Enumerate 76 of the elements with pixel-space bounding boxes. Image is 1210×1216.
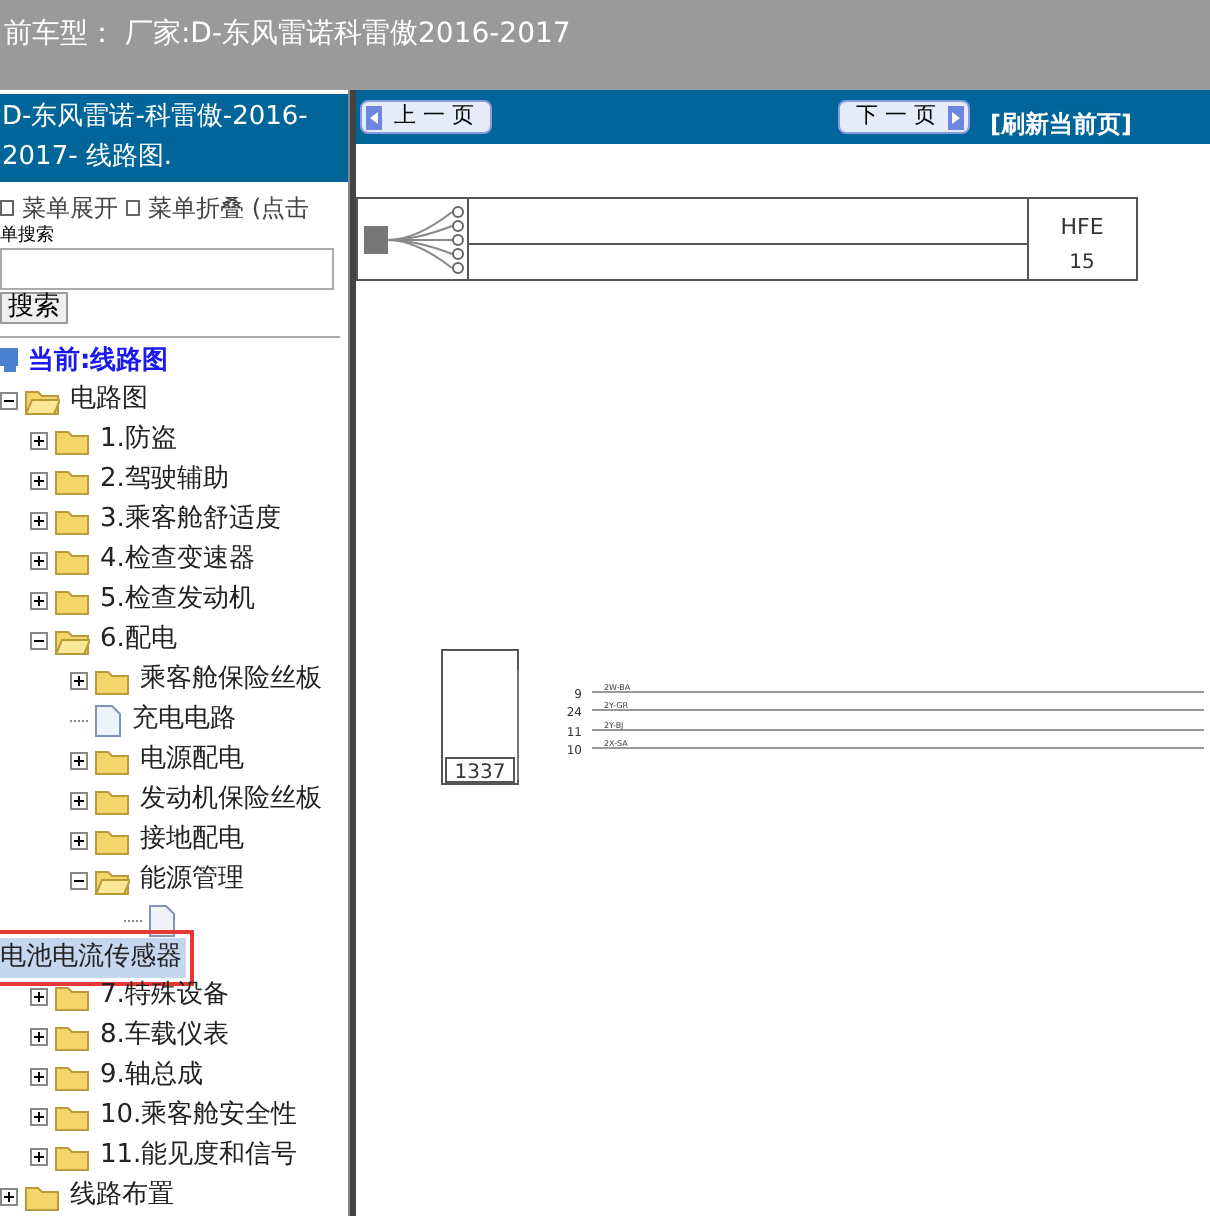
sidebar-title: D-东风雷诺-科雷傲-2016-2017- 线路图. <box>0 94 348 182</box>
expand-toggle[interactable] <box>0 1187 18 1205</box>
next-page-button[interactable]: 下 一 页 <box>838 100 970 134</box>
search-label: 单搜索 <box>0 226 56 248</box>
search-field[interactable] <box>0 248 334 290</box>
open-folder-icon <box>54 625 90 655</box>
folder-icon <box>94 665 130 695</box>
tree-item[interactable]: 8.车载仪表 <box>100 1016 229 1056</box>
document-icon <box>148 903 176 937</box>
folder-icon <box>54 585 90 615</box>
folder-icon <box>94 745 130 775</box>
right-arrow-icon <box>948 105 964 129</box>
collapse-toggle[interactable] <box>70 871 88 889</box>
tree-item[interactable]: 发动机保险丝板 <box>140 780 322 820</box>
expand-toggle[interactable] <box>30 1107 48 1125</box>
expand-toggle[interactable] <box>30 1067 48 1085</box>
connector-number: 15 <box>1069 252 1095 274</box>
expand-toggle[interactable] <box>30 511 48 529</box>
search-button[interactable]: 搜索 <box>0 292 68 323</box>
menu-icon <box>0 200 14 216</box>
tree-item[interactable]: 充电电路 <box>132 700 236 740</box>
tree-item[interactable]: 6.配电 <box>100 620 177 660</box>
current-model-label: 前车型： 厂家:D-东风雷诺科雷傲2016-2017 <box>4 18 571 50</box>
tree-item[interactable]: 电源配电 <box>140 740 244 780</box>
folder-icon <box>54 545 90 575</box>
expand-toggle[interactable] <box>30 471 48 489</box>
tree-item[interactable]: 1.防盗 <box>100 420 177 460</box>
folder-icon <box>54 1101 90 1131</box>
current-location: 当前:线路图 <box>28 343 169 379</box>
tree-item[interactable]: 10.乘客舱安全性 <box>100 1096 298 1136</box>
tree-item[interactable]: 11.能见度和信号 <box>100 1136 298 1176</box>
tree-item[interactable]: 3.乘客舱舒适度 <box>100 500 281 540</box>
tree-item[interactable]: 7.特殊设备 <box>100 976 229 1016</box>
folder-icon <box>94 785 130 815</box>
folder-icon <box>54 1061 90 1091</box>
tree-item[interactable]: 电池电流传感器 <box>0 938 186 978</box>
expand-toggle[interactable] <box>30 591 48 609</box>
tree-item[interactable]: 2.驾驶辅助 <box>100 460 229 500</box>
tree-item[interactable]: 电路图 <box>70 380 148 420</box>
expand-toggle[interactable] <box>30 1027 48 1045</box>
connector-code: HFE <box>1060 214 1104 240</box>
expand-menu-link[interactable]: 菜单展开 <box>22 190 118 226</box>
component-label: 1337 <box>445 757 515 784</box>
collapse-menu-link[interactable]: 菜单折叠 (点击 <box>148 190 309 226</box>
open-folder-icon <box>24 385 60 415</box>
tree-item[interactable]: 线路布置 <box>70 1176 174 1216</box>
tree-item[interactable]: 9.轴总成 <box>100 1056 203 1096</box>
folder-icon <box>24 1181 60 1211</box>
folder-icon <box>54 425 90 455</box>
tree-item[interactable]: 5.检查发动机 <box>100 580 255 620</box>
collapse-toggle[interactable] <box>30 631 48 649</box>
document-icon <box>94 703 122 737</box>
folder-icon <box>54 1141 90 1171</box>
computer-icon <box>0 346 20 375</box>
open-folder-icon <box>94 865 130 895</box>
refresh-page-link[interactable]: [刷新当前页] <box>990 105 1132 141</box>
left-arrow-icon <box>366 105 382 129</box>
folder-icon <box>54 465 90 495</box>
expand-toggle[interactable] <box>30 551 48 569</box>
expand-toggle[interactable] <box>70 791 88 809</box>
previous-page-button[interactable]: 上 一 页 <box>360 100 492 134</box>
expand-toggle[interactable] <box>30 431 48 449</box>
menu-icon <box>126 200 140 216</box>
collapse-toggle[interactable] <box>0 391 18 409</box>
expand-toggle[interactable] <box>70 671 88 689</box>
folder-icon <box>94 825 130 855</box>
tree-item[interactable]: 乘客舱保险丝板 <box>140 660 322 700</box>
expand-toggle[interactable] <box>70 751 88 769</box>
expand-toggle[interactable] <box>70 831 88 849</box>
expand-toggle[interactable] <box>30 1147 48 1165</box>
folder-icon <box>54 505 90 535</box>
tree-item[interactable]: 接地配电 <box>140 820 244 860</box>
expand-toggle[interactable] <box>30 987 48 1005</box>
tree-item[interactable]: 能源管理 <box>140 860 244 900</box>
folder-icon <box>54 1021 90 1051</box>
tree-item[interactable]: 4.检查变速器 <box>100 540 255 580</box>
